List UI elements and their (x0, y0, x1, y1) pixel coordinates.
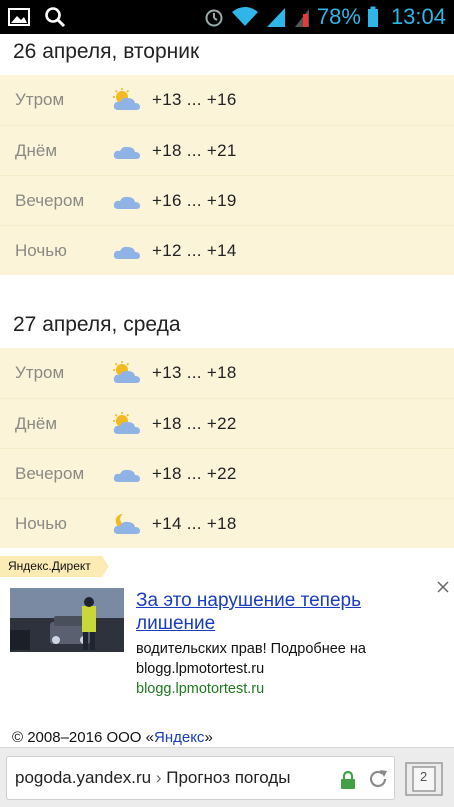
ad-image[interactable] (10, 588, 124, 652)
forecast-row-night: Ночью +12 ... +14 (0, 225, 454, 275)
signal-red-icon (294, 9, 309, 27)
lock-icon[interactable] (340, 770, 356, 790)
wifi-icon (231, 7, 258, 26)
temperature-range: +13 ... +18 (152, 363, 237, 382)
tab-count: 2 (420, 769, 428, 784)
day-title: 27 апреля, среда (13, 313, 181, 336)
period-label: Днём (15, 140, 58, 160)
forecast-row-day: Днём +18 ... +21 (0, 125, 454, 175)
url-separator: › (151, 768, 167, 787)
page-title: Прогноз погоды (166, 768, 291, 787)
cloud-icon (113, 146, 140, 159)
day-forecast-block: Утром +13 ... +16 Днём +18 ... +21 Вечер… (0, 75, 454, 275)
search-icon (45, 7, 66, 28)
copyright-text: © 2008–2016 ООО « (12, 729, 154, 746)
partly-cloudy-moon-icon (113, 513, 140, 534)
browser-toolbar: pogoda.yandex.ru › Прогноз погоды 2 (0, 747, 454, 807)
address-text[interactable]: pogoda.yandex.ru › Прогноз погоды (15, 768, 333, 788)
status-time: 13:04 (390, 4, 446, 29)
forecast-row-evening: Вечером +16 ... +19 (0, 175, 454, 225)
temperature-range: +18 ... +21 (152, 140, 237, 160)
copyright-suffix: » (204, 729, 213, 746)
tabs-button[interactable]: 2 (404, 761, 444, 797)
battery-percent: 78% (316, 4, 361, 29)
day-title: 26 апреля, вторник (13, 40, 200, 63)
period-label: Ночью (15, 240, 67, 260)
period-label: Утром (15, 363, 65, 382)
alarm-icon (205, 9, 223, 27)
temperature-range: +18 ... +22 (152, 463, 237, 483)
period-label: Днём (15, 413, 58, 433)
forecast-row-morning: Утром +13 ... +16 (0, 75, 454, 125)
cloud-icon (113, 469, 140, 482)
address-bar[interactable]: pogoda.yandex.ru › Прогноз погоды (6, 756, 395, 800)
day-forecast-block: Утром +13 ... +18 Днём +18 ... +22 Вечер… (0, 348, 454, 548)
signal-icon (266, 8, 285, 27)
temperature-range: +18 ... +22 (152, 413, 237, 433)
yandex-link[interactable]: Яндекс (154, 729, 204, 746)
period-label: Вечером (15, 190, 85, 210)
battery-icon (367, 6, 378, 27)
period-label: Утром (15, 90, 65, 109)
period-label: Ночью (15, 513, 67, 533)
temperature-range: +12 ... +14 (152, 240, 237, 260)
cloud-icon (113, 196, 140, 209)
partly-cloudy-sun-icon (113, 412, 140, 434)
ad-tag[interactable]: Яндекс.Директ (0, 556, 109, 577)
partly-cloudy-sun-icon (113, 88, 140, 110)
status-bar: 78% 13:04 (0, 0, 454, 34)
temperature-range: +16 ... +19 (152, 190, 237, 210)
forecast-row-day: Днём +18 ... +22 (0, 398, 454, 448)
close-icon[interactable] (436, 580, 450, 594)
forecast-row-evening: Вечером +18 ... +22 (0, 448, 454, 498)
temperature-range: +14 ... +18 (152, 513, 237, 533)
url-domain: pogoda.yandex.ru (15, 768, 152, 787)
forecast-row-night: Ночью +14 ... +18 (0, 498, 454, 548)
partly-cloudy-sun-icon (113, 361, 140, 383)
reload-icon[interactable] (367, 768, 389, 790)
ad-url-link[interactable]: blogg.lpmotortest.ru (136, 681, 264, 697)
cloud-icon (113, 246, 140, 259)
forecast-row-morning: Утром +13 ... +18 (0, 348, 454, 398)
ad-title-link[interactable]: За это нарушение теперь лишение (136, 589, 436, 635)
copyright: © 2008–2016 ООО «Яндекс» (12, 729, 213, 746)
period-label: Вечером (15, 463, 85, 483)
ad-description: водительских прав! Подробнее на blogg.lp… (136, 641, 366, 677)
gallery-icon (8, 8, 30, 26)
temperature-range: +13 ... +16 (152, 90, 237, 109)
